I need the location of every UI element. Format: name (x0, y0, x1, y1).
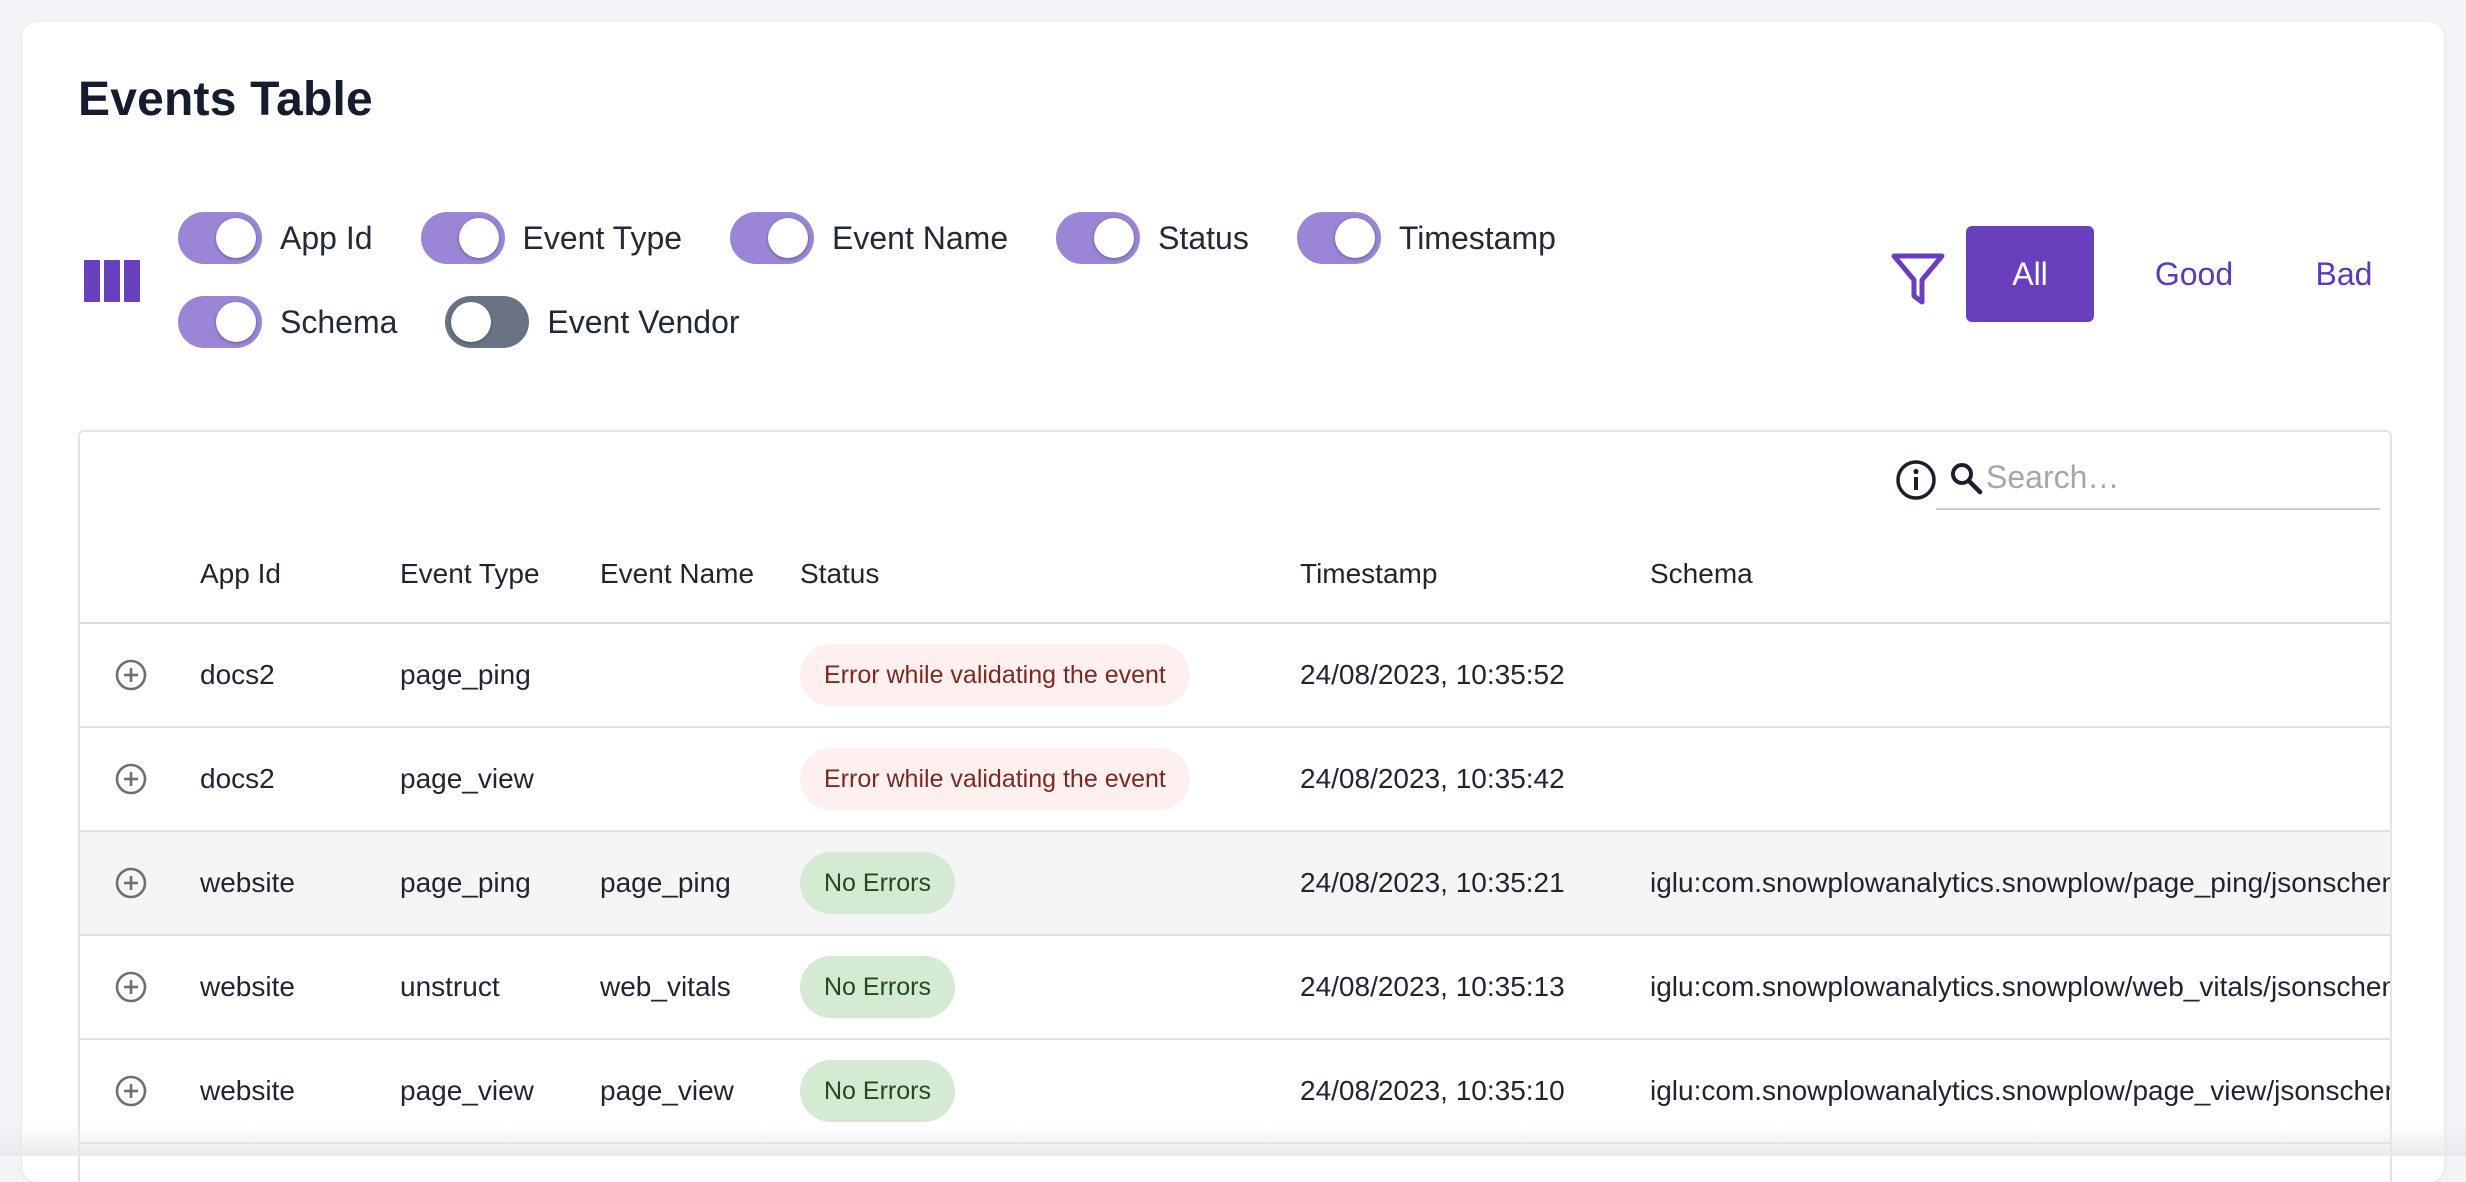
toggle-knob (216, 218, 256, 258)
page-title: Events Table (78, 73, 373, 126)
filter-bad-button[interactable]: Bad (2284, 226, 2404, 322)
columns-icon[interactable] (84, 260, 140, 302)
toggle-switch[interactable] (1056, 212, 1141, 264)
toggle-knob (1094, 218, 1135, 258)
cell-app-id: docs2 (200, 763, 275, 794)
table-row[interactable]: docs2 page_ping Error while validating t… (80, 624, 2390, 728)
search-icon (1951, 463, 1983, 495)
toggle-event-name[interactable]: Event Name (730, 212, 1008, 264)
toggle-switch[interactable] (178, 296, 262, 348)
cell-status: Error while validating the event (800, 728, 1190, 830)
toggle-status[interactable]: Status (1056, 212, 1249, 264)
filter-all-button[interactable]: All (1966, 226, 2094, 322)
toggle-switch[interactable] (420, 212, 505, 264)
toggle-label: Event Type (522, 219, 683, 256)
cell-app-id: website (200, 971, 295, 1002)
toggle-label: App Id (280, 219, 373, 256)
toggle-label: Schema (280, 303, 398, 340)
toggle-knob (451, 302, 492, 342)
toggle-label: Event Vendor (547, 303, 740, 340)
status-badge: No Errors (800, 852, 955, 914)
events-table: App Id Event Type Event Name Status Time… (78, 430, 2392, 1182)
filter-icon (1891, 253, 1945, 305)
column-header-event-type[interactable]: Event Type (400, 526, 540, 622)
column-header-timestamp[interactable]: Timestamp (1300, 526, 1437, 622)
toggle-event-type[interactable]: Event Type (420, 212, 683, 264)
info-icon[interactable] (1894, 458, 1938, 502)
cell-app-id: docs2 (200, 659, 275, 690)
toggle-switch[interactable] (1296, 212, 1381, 264)
cell-event-type: page_ping (400, 659, 531, 690)
bottom-shadow (0, 1126, 2466, 1156)
toggle-app-id[interactable]: App Id (178, 212, 373, 264)
toggle-knob (1334, 218, 1375, 258)
status-badge: Error while validating the event (800, 644, 1190, 706)
column-header-event-name[interactable]: Event Name (600, 526, 754, 622)
search-input[interactable] (1984, 454, 2368, 500)
filter-good-button[interactable]: Good (2118, 226, 2270, 322)
toggle-knob (768, 218, 809, 258)
cell-status: Error while validating the event (800, 624, 1190, 726)
plus-circle-icon[interactable] (114, 970, 148, 1004)
cell-schema: iglu:com.snowplowanalytics.snowplow/web_… (1650, 971, 2390, 1002)
cell-timestamp: 24/08/2023, 10:35:13 (1300, 971, 1565, 1002)
column-toggles-row-2: Schema Event Vendor (178, 296, 788, 348)
toggle-switch[interactable] (730, 212, 815, 264)
column-toggles-row-1: App Id Event Type Event Name Status Time… (178, 212, 1604, 264)
toggle-schema[interactable]: Schema (178, 296, 397, 348)
cell-status: No Errors (800, 936, 955, 1038)
cell-timestamp: 24/08/2023, 10:35:52 (1300, 659, 1565, 690)
toggle-label: Status (1158, 219, 1249, 256)
column-header-app-id[interactable]: App Id (200, 526, 281, 622)
cell-app-id: website (200, 867, 295, 898)
cell-event-name: page_ping (600, 867, 731, 898)
status-badge: Error while validating the event (800, 748, 1190, 810)
table-row[interactable]: website page_ping page_ping No Errors 24… (80, 832, 2390, 936)
column-header-status[interactable]: Status (800, 526, 879, 622)
toggle-switch[interactable] (178, 212, 262, 264)
plus-circle-icon[interactable] (114, 866, 148, 900)
cell-schema: iglu:com.snowplowanalytics.snowplow/page… (1650, 867, 2390, 898)
cell-event-type: page_view (400, 763, 534, 794)
toggle-label: Timestamp (1398, 219, 1556, 256)
cell-timestamp: 24/08/2023, 10:35:21 (1300, 867, 1565, 898)
table-header-row: App Id Event Type Event Name Status Time… (80, 526, 2390, 624)
table-row[interactable]: website unstruct web_vitals No Errors 24… (80, 936, 2390, 1040)
status-badge: No Errors (800, 956, 955, 1018)
cell-status: No Errors (800, 832, 955, 934)
plus-circle-icon[interactable] (114, 762, 148, 796)
plus-circle-icon[interactable] (114, 658, 148, 692)
toggle-knob (458, 218, 499, 258)
cell-event-name: web_vitals (600, 971, 731, 1002)
status-badge: No Errors (800, 1060, 955, 1122)
column-header-schema[interactable]: Schema (1650, 526, 1753, 622)
table-row[interactable]: docs2 page_view Error while validating t… (80, 728, 2390, 832)
search-box (1936, 450, 2380, 510)
cell-event-type: unstruct (400, 971, 500, 1002)
toggle-switch[interactable] (445, 296, 530, 348)
cell-event-type: page_ping (400, 867, 531, 898)
cell-schema (1650, 728, 2390, 830)
toggle-knob (216, 302, 256, 342)
toggle-timestamp[interactable]: Timestamp (1296, 212, 1556, 264)
plus-circle-icon[interactable] (114, 1074, 148, 1108)
toggle-label: Event Name (832, 219, 1009, 256)
toggle-event-vendor[interactable]: Event Vendor (445, 296, 740, 348)
cell-schema (1650, 624, 2390, 726)
events-card: Events Table App Id Event Type Event Nam… (22, 22, 2444, 1182)
cell-timestamp: 24/08/2023, 10:35:42 (1300, 763, 1565, 794)
